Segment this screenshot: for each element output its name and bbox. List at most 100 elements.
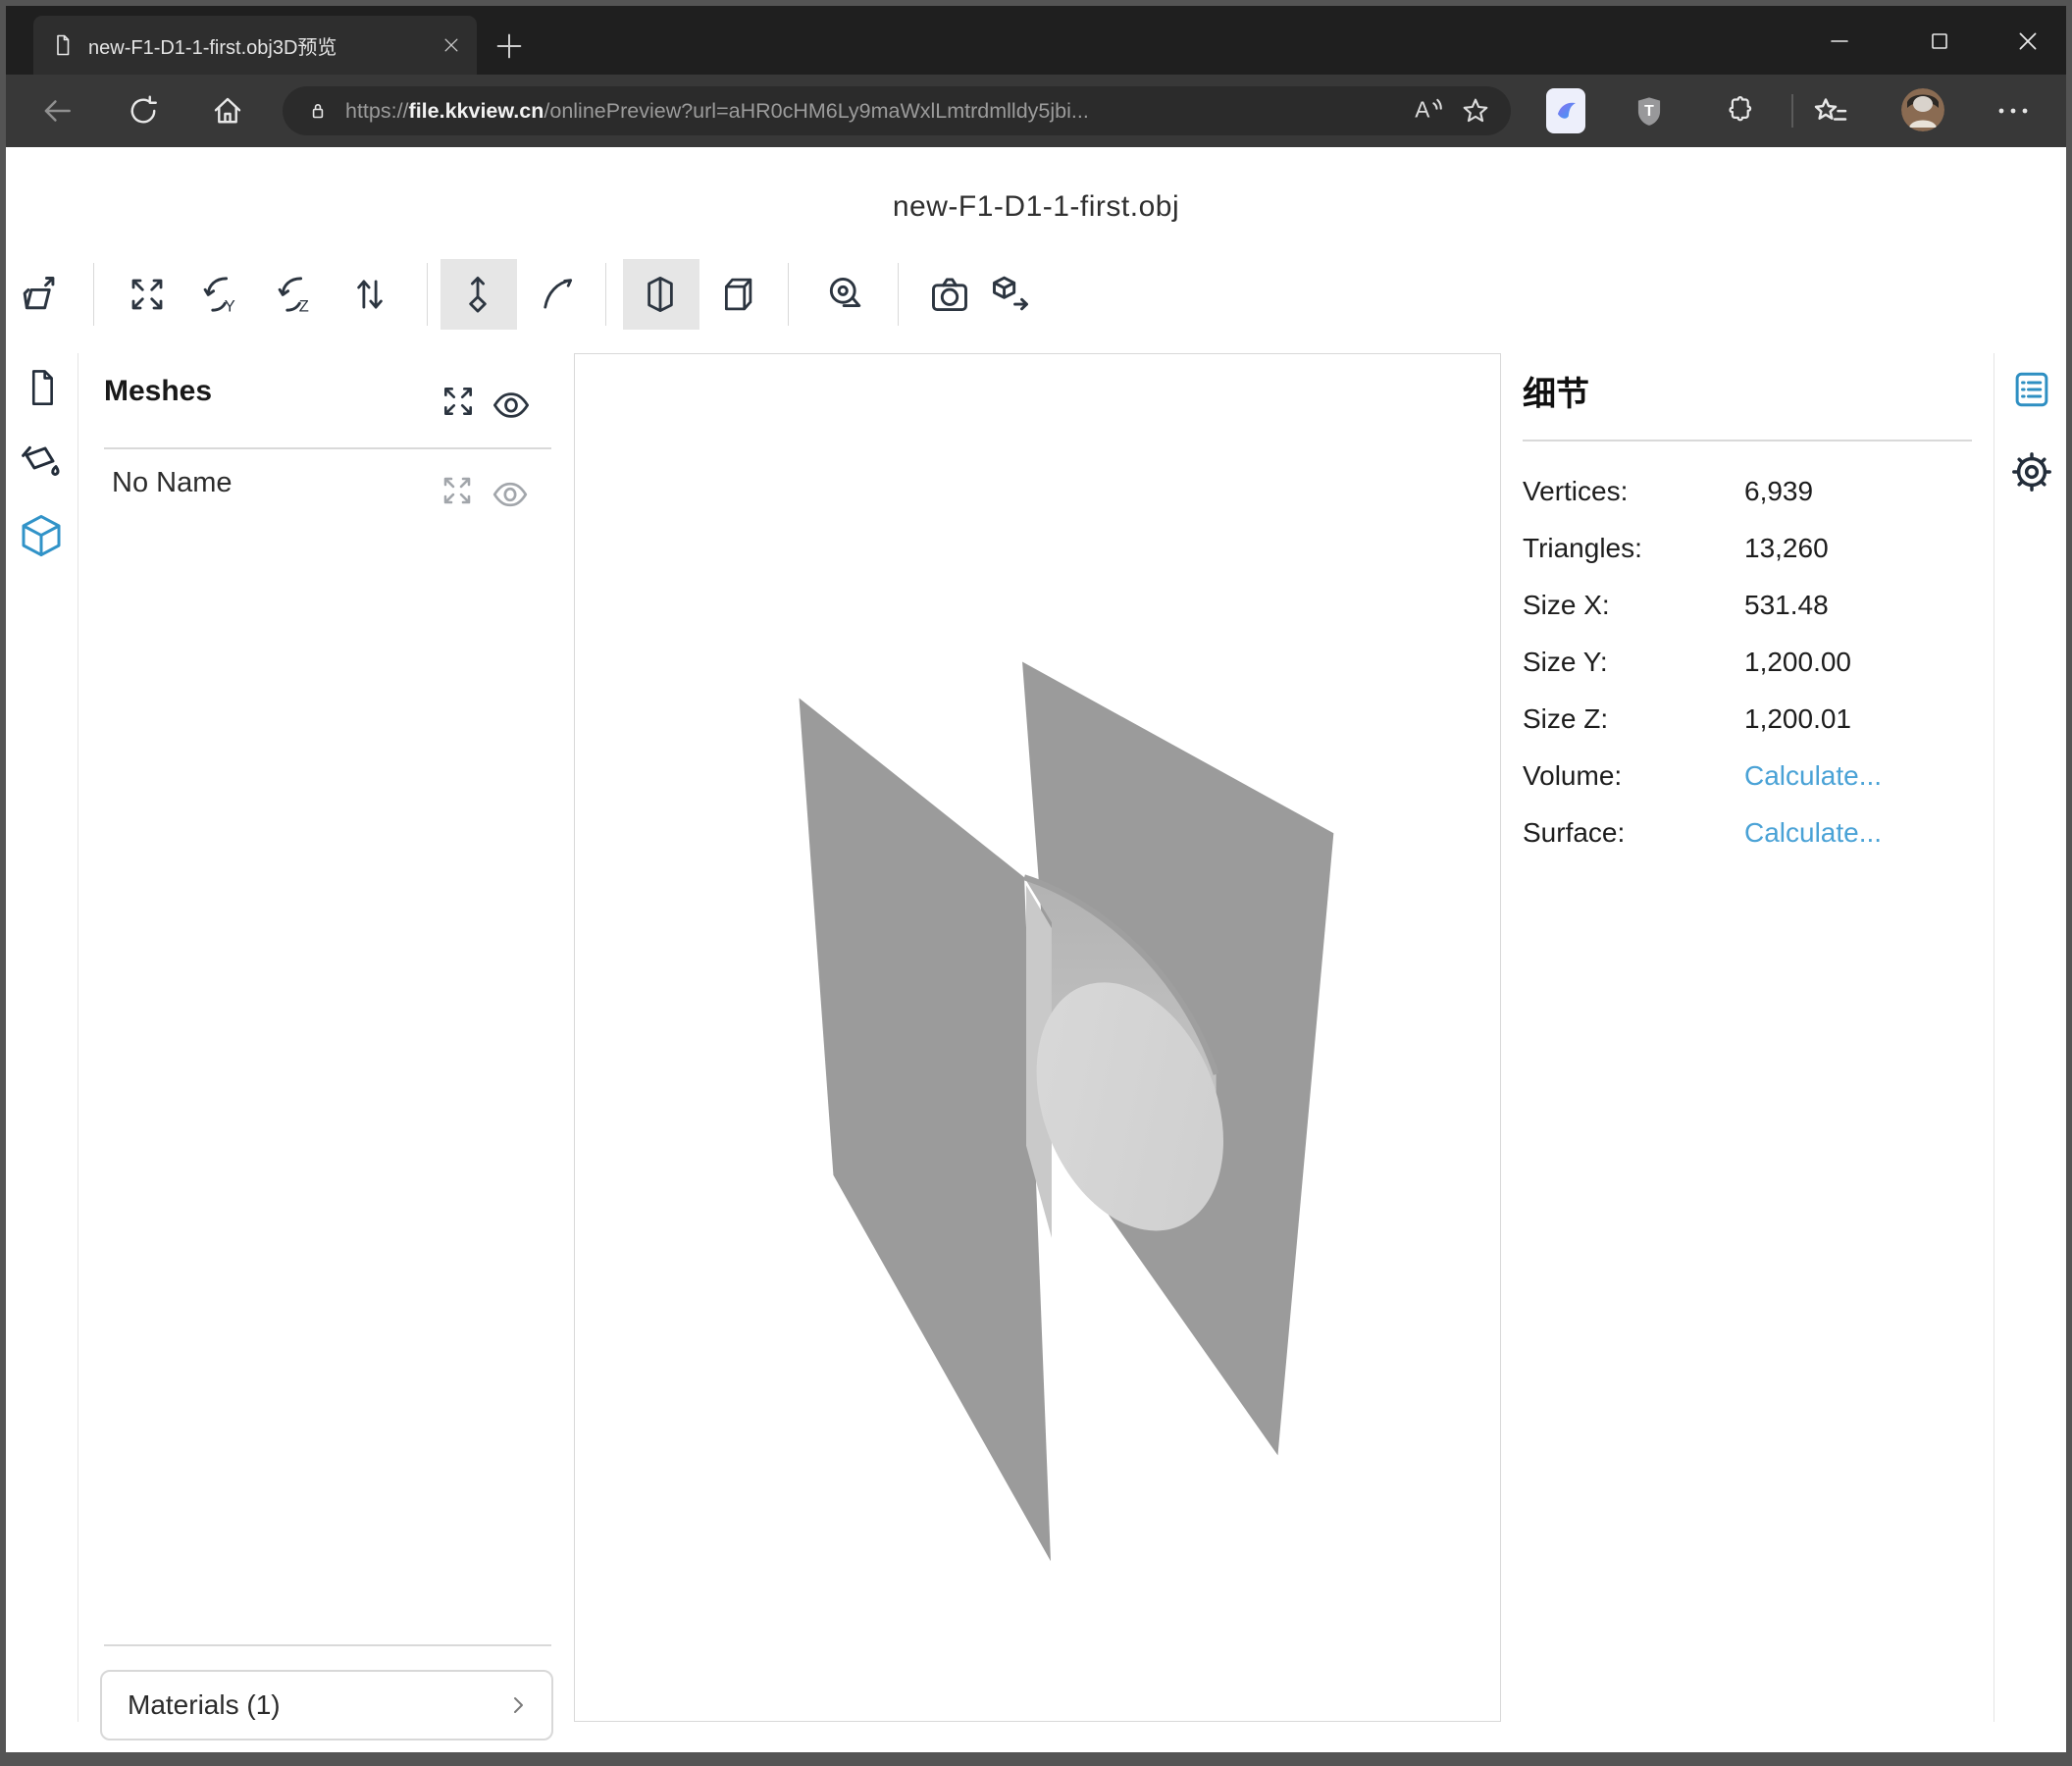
- details-rows: Vertices: 6,939 Triangles: 13,260 Size X…: [1523, 463, 1972, 861]
- window-minimize-button[interactable]: [1810, 20, 1869, 63]
- collections-button[interactable]: [1811, 92, 1850, 131]
- rotate-z-button[interactable]: Z: [275, 273, 318, 316]
- detail-label: Triangles:: [1523, 533, 1744, 564]
- fit-view-button[interactable]: [126, 273, 169, 316]
- details-row-vertices: Vertices: 6,939: [1523, 463, 1972, 520]
- file-icon: [22, 367, 63, 408]
- detail-value: 1,200.01: [1744, 703, 1851, 735]
- detail-label: Surface:: [1523, 817, 1744, 849]
- settings-menu-button[interactable]: [1988, 96, 2039, 126]
- flip-vertical-button[interactable]: [348, 273, 391, 316]
- calculate-volume-link[interactable]: Calculate...: [1744, 760, 1882, 792]
- materials-button-label: Materials (1): [128, 1689, 506, 1721]
- browser-tab[interactable]: new-F1-D1-1-first.obj3D预览: [33, 16, 477, 75]
- up-axis-button[interactable]: [456, 273, 499, 316]
- shield-t-icon: T: [1631, 92, 1668, 131]
- url-text[interactable]: https://file.kkview.cn/onlinePreview?url…: [345, 99, 1395, 124]
- details-row-size-x: Size X: 531.48: [1523, 577, 1972, 634]
- detail-value: 1,200.00: [1744, 647, 1851, 678]
- gear-icon: [2009, 449, 2054, 494]
- ellipsis-icon: [1995, 105, 2031, 117]
- measure-button[interactable]: [824, 273, 867, 316]
- shield-letter: T: [1644, 103, 1654, 120]
- details-row-volume: Volume: Calculate...: [1523, 748, 1972, 805]
- url-path: /onlinePreview?url=aHR0cHM6Ly9maWxlLmtrd…: [544, 99, 1088, 123]
- address-bar[interactable]: https://file.kkview.cn/onlinePreview?url…: [283, 86, 1511, 135]
- navbar-divider: [1791, 94, 1793, 128]
- extension-bird-button[interactable]: [1546, 88, 1585, 133]
- open-file-button[interactable]: [20, 273, 63, 316]
- meshes-panel-heading: Meshes: [104, 375, 212, 408]
- calculate-surface-link[interactable]: Calculate...: [1744, 817, 1882, 849]
- mesh-list-item-label[interactable]: No Name: [112, 467, 233, 499]
- viewer-settings-button[interactable]: [2009, 449, 2054, 494]
- screenshot-button[interactable]: [928, 273, 971, 316]
- materials-button[interactable]: Materials (1): [100, 1670, 553, 1740]
- viewport-3d[interactable]: [574, 353, 1501, 1722]
- home-button[interactable]: [202, 85, 253, 136]
- toolbar-separator: [93, 263, 94, 326]
- window-maximize-button[interactable]: [1910, 20, 1969, 63]
- toolbar-separator: [427, 263, 428, 326]
- toolbar-separator: [898, 263, 899, 326]
- tab-favicon-document-icon: [51, 32, 75, 58]
- bird-extension-icon: [1551, 96, 1580, 126]
- export-button[interactable]: [989, 273, 1032, 316]
- collections-star-icon: [1811, 92, 1850, 131]
- lock-icon: [306, 98, 330, 124]
- perspective-view-button[interactable]: [639, 273, 682, 316]
- mesh-item-visibility-button[interactable]: [491, 475, 530, 514]
- expand-arrows-icon: [440, 473, 475, 508]
- flip-vertical-icon: [349, 274, 390, 315]
- sidebar-tab-file[interactable]: [22, 367, 63, 408]
- close-icon: [2015, 28, 2041, 54]
- window-close-button[interactable]: [1998, 20, 2057, 63]
- extensions-button[interactable]: [1721, 94, 1758, 131]
- up-axis-icon: [457, 274, 498, 315]
- avatar-image: [1901, 88, 1944, 131]
- new-tab-button[interactable]: [492, 29, 526, 63]
- back-button[interactable]: [31, 85, 82, 136]
- details-row-size-y: Size Y: 1,200.00: [1523, 634, 1972, 691]
- chevron-right-icon: [506, 1693, 530, 1717]
- sidebar-tab-materials[interactable]: [18, 440, 65, 487]
- rotate-y-button[interactable]: Y: [200, 273, 243, 316]
- orbit-button[interactable]: [536, 273, 579, 316]
- detail-label: Size X:: [1523, 590, 1744, 621]
- mesh-item-zoom-to-button[interactable]: [440, 473, 475, 508]
- minimize-icon: [1828, 29, 1851, 53]
- read-aloud-button[interactable]: A: [1411, 92, 1444, 130]
- window-edge-right: [2066, 0, 2072, 1766]
- maximize-icon: [1928, 29, 1951, 53]
- profile-avatar[interactable]: [1901, 88, 1944, 131]
- expand-arrows-icon: [440, 383, 477, 420]
- tab-title: new-F1-D1-1-first.obj3D预览: [88, 31, 428, 60]
- sidebar-tab-meshes[interactable]: [18, 512, 65, 559]
- details-row-surface: Surface: Calculate...: [1523, 805, 1972, 861]
- favorite-button[interactable]: [1460, 95, 1491, 127]
- orthographic-view-icon: [715, 274, 756, 315]
- meshes-visibility-button[interactable]: [491, 385, 532, 426]
- orthographic-view-button[interactable]: [714, 273, 757, 316]
- open-file-icon: [20, 273, 63, 316]
- refresh-icon: [126, 93, 161, 129]
- tab-close-icon[interactable]: [441, 35, 461, 55]
- measure-tape-icon: [824, 273, 867, 316]
- meshes-zoom-to-button[interactable]: [440, 383, 477, 420]
- details-row-size-z: Size Z: 1,200.01: [1523, 691, 1972, 748]
- materials-section-divider: [104, 1644, 551, 1646]
- meshes-panel-divider: [104, 447, 551, 449]
- export-model-icon: [989, 273, 1032, 316]
- url-domain: file.kkview.cn: [409, 99, 544, 123]
- rotate-y-icon: Y: [200, 273, 243, 316]
- toolbar-separator: [605, 263, 606, 326]
- read-aloud-letter: A: [1415, 96, 1430, 122]
- extension-shield-button[interactable]: T: [1631, 92, 1668, 136]
- rotate-z-label: Z: [299, 297, 309, 315]
- details-panel-toggle-button[interactable]: [2011, 369, 2052, 410]
- paint-material-icon: [18, 440, 65, 487]
- toolbar-separator: [788, 263, 789, 326]
- eye-icon: [491, 385, 532, 426]
- eye-icon: [491, 475, 530, 514]
- refresh-button[interactable]: [118, 85, 169, 136]
